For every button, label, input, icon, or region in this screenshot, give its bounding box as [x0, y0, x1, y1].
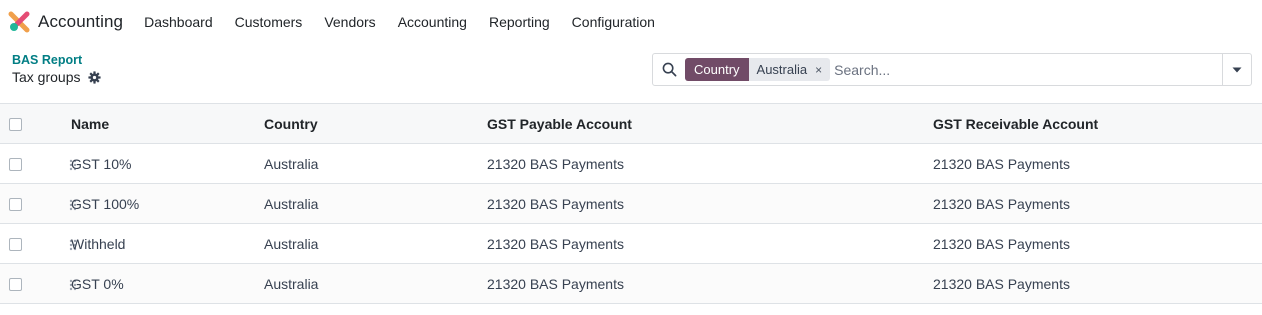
row-select-cell [0, 144, 45, 184]
row-handle-cell [45, 264, 77, 304]
handle-header-cell [45, 104, 71, 144]
table-row[interactable]: GST 0% Australia 21320 BAS Payments 2132… [0, 263, 1262, 304]
cell-country[interactable]: Australia [264, 184, 487, 224]
table-row[interactable]: GST 100% Australia 21320 BAS Payments 21… [0, 183, 1262, 224]
cell-gst-receivable-account[interactable]: 21320 BAS Payments [933, 264, 1262, 304]
row-checkbox[interactable] [9, 198, 22, 212]
column-header-gst-receivable-account[interactable]: GST Receivable Account [933, 104, 1262, 144]
nav-configuration[interactable]: Configuration [572, 14, 655, 30]
cell-gst-receivable-account[interactable]: 21320 BAS Payments [933, 144, 1262, 184]
row-handle-cell [45, 224, 77, 264]
search-facet-country: Country Australia × [685, 58, 831, 81]
cell-name[interactable]: Withheld [71, 224, 264, 264]
nav-dashboard[interactable]: Dashboard [144, 14, 213, 30]
cell-gst-payable-account[interactable]: 21320 BAS Payments [487, 184, 933, 224]
facet-remove-icon[interactable]: × [815, 63, 822, 77]
cell-country[interactable]: Australia [264, 224, 487, 264]
search-input[interactable] [834, 61, 1222, 78]
row-handle-cell [45, 144, 77, 184]
row-checkbox[interactable] [9, 278, 22, 292]
table-row[interactable]: Withheld Australia 21320 BAS Payments 21… [0, 224, 1262, 264]
row-checkbox[interactable] [9, 158, 22, 172]
nav-accounting[interactable]: Accounting [398, 14, 467, 30]
row-handle-cell [45, 184, 77, 224]
search-icon[interactable] [653, 62, 685, 77]
cell-country[interactable]: Australia [264, 144, 487, 184]
select-all-checkbox[interactable] [9, 118, 22, 132]
facet-label: Country [685, 58, 749, 81]
search-options-toggle[interactable] [1222, 54, 1251, 85]
cell-gst-payable-account[interactable]: 21320 BAS Payments [487, 264, 933, 304]
cell-gst-receivable-account[interactable]: 21320 BAS Payments [933, 224, 1262, 264]
tax-groups-table: Name Country GST Payable Account GST Rec… [0, 103, 1262, 304]
app-title[interactable]: Accounting [38, 12, 123, 32]
nav-reporting[interactable]: Reporting [489, 14, 550, 30]
accounting-app-logo-icon[interactable] [8, 11, 30, 33]
cell-gst-payable-account[interactable]: 21320 BAS Payments [487, 144, 933, 184]
caret-down-icon [1232, 67, 1242, 72]
top-navbar: Accounting Dashboard Customers Vendors A… [0, 0, 1262, 44]
row-select-cell [0, 224, 45, 264]
row-checkbox[interactable] [9, 238, 22, 252]
row-select-cell [0, 264, 45, 304]
page-title: Tax groups [12, 69, 102, 85]
table-row[interactable]: GST 10% Australia 21320 BAS Payments 213… [0, 144, 1262, 184]
column-header-gst-payable-account[interactable]: GST Payable Account [487, 104, 933, 144]
nav-customers[interactable]: Customers [235, 14, 303, 30]
column-header-name[interactable]: Name [71, 104, 264, 144]
breadcrumb-bas-report[interactable]: BAS Report [12, 53, 82, 67]
gear-icon[interactable] [88, 70, 102, 84]
nav-vendors[interactable]: Vendors [324, 14, 375, 30]
facet-value-container: Australia × [748, 58, 831, 81]
page-title-text: Tax groups [12, 69, 81, 85]
cell-gst-payable-account[interactable]: 21320 BAS Payments [487, 224, 933, 264]
cell-gst-receivable-account[interactable]: 21320 BAS Payments [933, 184, 1262, 224]
cell-name[interactable]: GST 0% [71, 264, 264, 304]
facet-value: Australia [756, 62, 808, 77]
cell-name[interactable]: GST 10% [71, 144, 264, 184]
control-panel: BAS Report Tax groups Country Australia … [0, 44, 1262, 103]
column-header-country[interactable]: Country [264, 104, 487, 144]
search-bar: Country Australia × [652, 53, 1252, 86]
cell-country[interactable]: Australia [264, 264, 487, 304]
select-all-cell [0, 104, 45, 144]
cell-name[interactable]: GST 100% [71, 184, 264, 224]
row-select-cell [0, 184, 45, 224]
table-header-row: Name Country GST Payable Account GST Rec… [0, 103, 1262, 144]
